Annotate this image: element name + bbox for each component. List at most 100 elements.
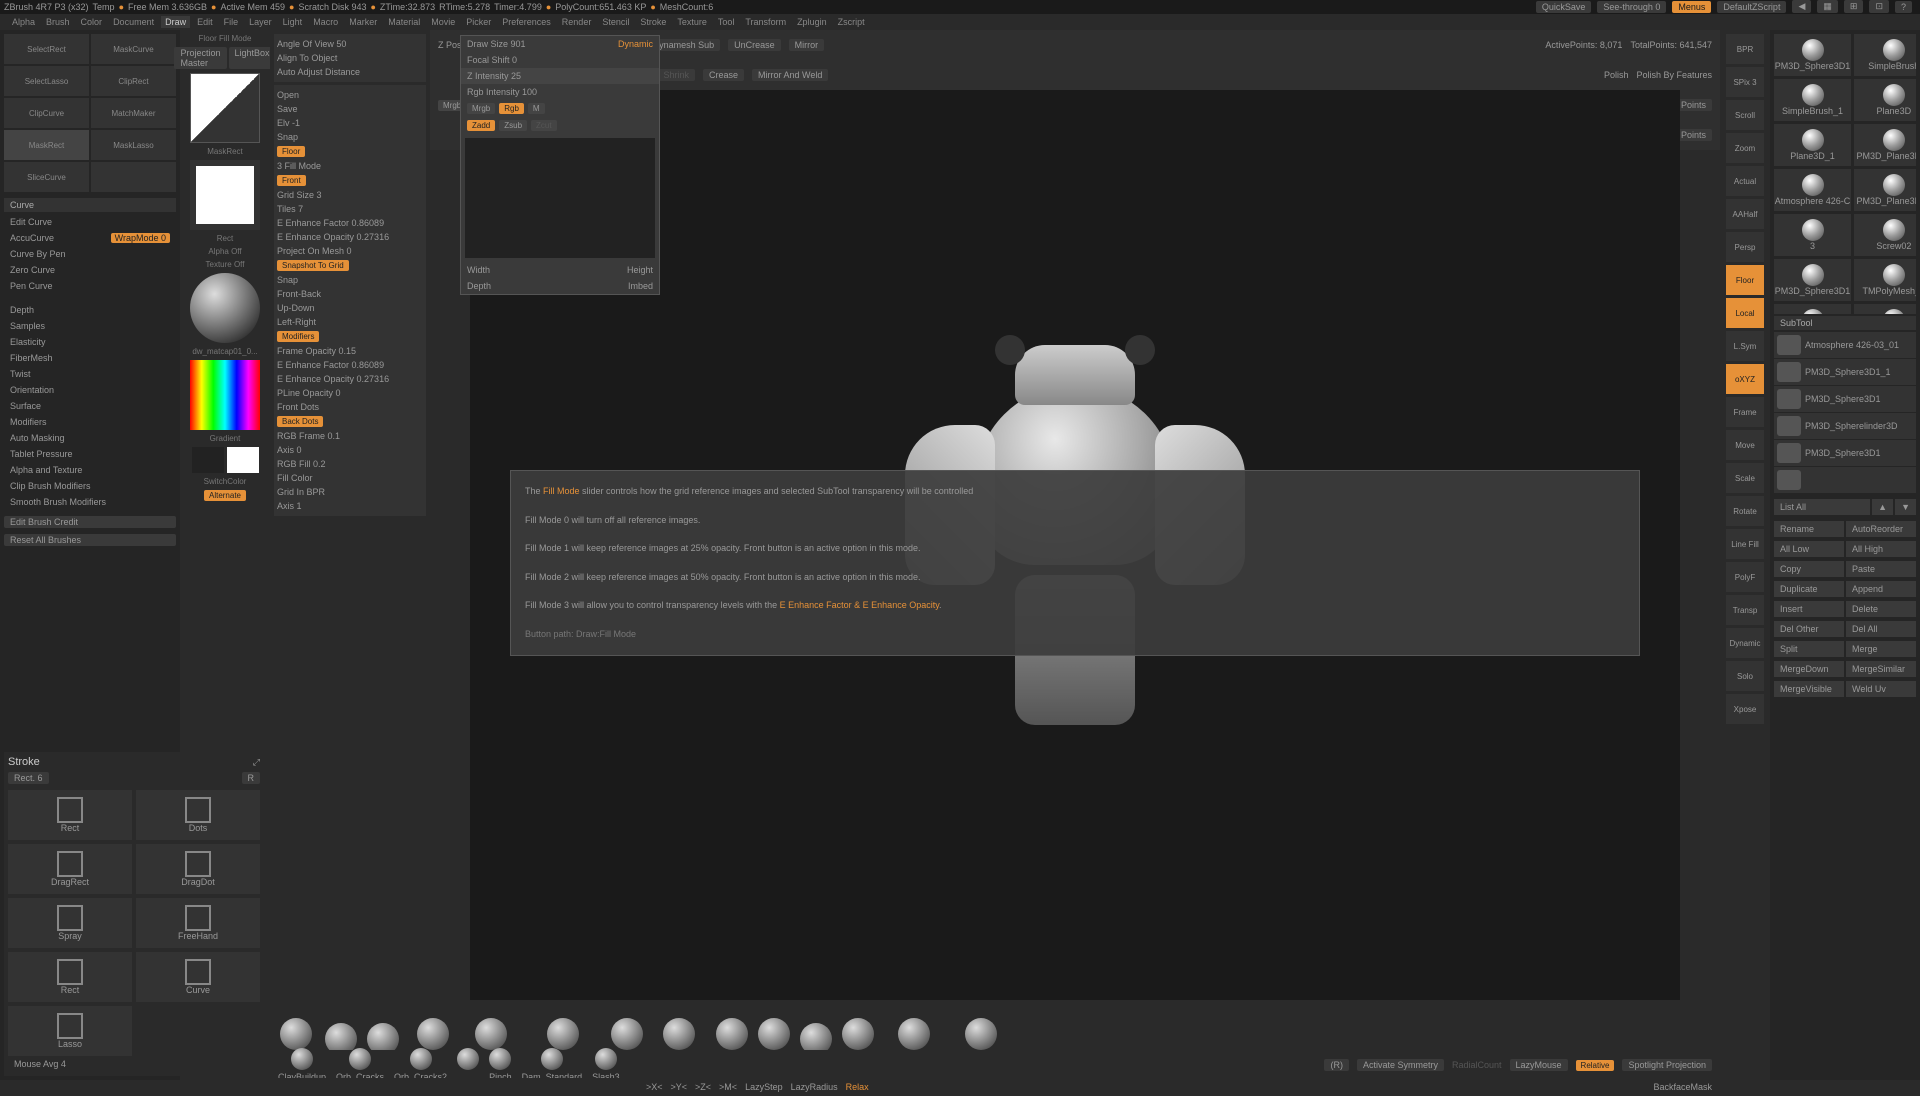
tool-matchmaker[interactable]: MatchMaker — [91, 98, 176, 128]
window-icon[interactable]: ◀ — [1792, 0, 1811, 13]
window-icon[interactable]: ? — [1895, 1, 1912, 13]
nav-bpr[interactable]: BPR — [1726, 34, 1764, 64]
alpha-off-label[interactable]: Alpha Off — [208, 247, 241, 256]
shelf-brush-Slash3[interactable]: Slash3 — [592, 1048, 620, 1082]
backfacemask-button[interactable]: BackfaceMask — [1653, 1082, 1712, 1092]
draw-backdots[interactable]: Back Dots — [277, 414, 423, 429]
brush-TPose3_Atmospher[interactable]: TPose3_Atmospher — [1854, 304, 1916, 314]
brush-Atmosphere 426-C[interactable]: Atmosphere 426-C — [1774, 169, 1851, 211]
mirror-weld-button[interactable]: Mirror And Weld — [752, 69, 828, 81]
nav-persp[interactable]: Persp — [1726, 232, 1764, 262]
draw-rgbfill[interactable]: RGB Fill 0.2 — [277, 457, 423, 471]
rgb-intensity-slider[interactable]: Rgb Intensity 100 — [467, 87, 537, 97]
copy-button[interactable]: Copy — [1774, 561, 1844, 577]
rename-button[interactable]: Rename — [1774, 521, 1844, 537]
window-icon[interactable]: ▦ — [1817, 0, 1838, 13]
menu-macro[interactable]: Macro — [309, 16, 342, 28]
nav-scroll[interactable]: Scroll — [1726, 100, 1764, 130]
stroke-dragrect[interactable]: DragRect — [8, 844, 132, 894]
autoreorder-button[interactable]: AutoReorder — [1846, 521, 1916, 537]
draw-fillcolor[interactable]: Fill Color — [277, 471, 423, 485]
nav-dynamic[interactable]: Dynamic — [1726, 628, 1764, 658]
lazymouse-button[interactable]: LazyMouse — [1510, 1059, 1568, 1071]
z-intensity-slider[interactable]: Z Intensity 25 — [467, 71, 521, 81]
draw-tiles[interactable]: Tiles 7 — [277, 202, 423, 216]
shelf-brush-[interactable] — [457, 1048, 479, 1082]
stroke-freehand[interactable]: FreeHand — [136, 898, 260, 948]
rgb-button[interactable]: Rgb — [499, 103, 524, 114]
down-icon[interactable]: ▼ — [1895, 499, 1916, 515]
insert-button[interactable]: Insert — [1774, 601, 1844, 617]
tool-slicecurve[interactable]: SliceCurve — [4, 162, 89, 192]
mirror-button[interactable]: Mirror — [789, 39, 825, 51]
edit-brush-credit-button[interactable]: Edit Brush Credit — [4, 516, 176, 528]
draw-axis0[interactable]: Axis 0 — [277, 443, 423, 457]
menu-picker[interactable]: Picker — [462, 16, 495, 28]
r-sym-button[interactable]: (R) — [1324, 1059, 1349, 1071]
gradient-label[interactable]: Gradient — [210, 434, 241, 443]
draw-projmesh[interactable]: Project On Mesh 0 — [277, 244, 423, 258]
nav-scale[interactable]: Scale — [1726, 463, 1764, 493]
draw-leftright[interactable]: Left-Right — [277, 315, 423, 329]
draw-frameop[interactable]: Frame Opacity 0.15 — [277, 344, 423, 358]
draw-elv[interactable]: Elv -1 — [277, 116, 423, 130]
menus-button[interactable]: Menus — [1672, 1, 1711, 13]
split-button[interactable]: Split — [1774, 641, 1844, 657]
tool-maskcurve[interactable]: MaskCurve — [91, 34, 176, 64]
brush-SimpleBrush_1[interactable]: SimpleBrush_1 — [1774, 79, 1851, 121]
prop-smooth-brush-modifiers[interactable]: Smooth Brush Modifiers — [4, 494, 176, 510]
brush-Screw02[interactable]: Screw02 — [1854, 214, 1916, 256]
draw-snap[interactable]: Snap — [277, 130, 423, 144]
mergevisible-button[interactable]: MergeVisible — [1774, 681, 1844, 697]
defaultzscript-button[interactable]: DefaultZScript — [1717, 1, 1786, 13]
projection-master-button[interactable]: Projection Master — [174, 47, 226, 69]
prop-surface[interactable]: Surface — [4, 398, 176, 414]
stroke-rect[interactable]: Rect — [8, 952, 132, 1002]
seethrough-slider[interactable]: See-through 0 — [1597, 1, 1666, 13]
prop-elasticity[interactable]: Elasticity — [4, 334, 176, 350]
menu-document[interactable]: Document — [109, 16, 158, 28]
draw-floor[interactable]: Floor — [277, 144, 423, 159]
switchcolor-button[interactable]: SwitchColor — [204, 477, 247, 486]
stroke-header[interactable]: Stroke — [8, 756, 40, 768]
menu-file[interactable]: File — [220, 16, 243, 28]
brush-PM3D_Plane3D_1[interactable]: PM3D_Plane3D_1 — [1854, 124, 1916, 166]
prop-twist[interactable]: Twist — [4, 366, 176, 382]
nav-xpose[interactable]: Xpose — [1726, 694, 1764, 724]
alllow-button[interactable]: All Low — [1774, 541, 1844, 557]
nav-local[interactable]: Local — [1726, 298, 1764, 328]
draw-frontback[interactable]: Front-Back — [277, 287, 423, 301]
curve-accucurve[interactable]: AccuCurve WrapMode 0 — [4, 230, 176, 246]
relative-button[interactable]: Relative — [1576, 1060, 1615, 1071]
prop-fibermesh[interactable]: FiberMesh — [4, 350, 176, 366]
brush-PM3D_Sphere3D1[interactable]: PM3D_Sphere3D1 — [1774, 259, 1851, 301]
allhigh-button[interactable]: All High — [1846, 541, 1916, 557]
maskrect-swatch[interactable] — [190, 73, 260, 143]
stroke-lasso[interactable]: Lasso — [8, 1006, 132, 1056]
polish-slider[interactable]: Polish — [1604, 70, 1629, 80]
merge-button[interactable]: Merge — [1846, 641, 1916, 657]
brush-Plane3D[interactable]: Plane3D — [1854, 79, 1916, 121]
draw-eenhanceo[interactable]: E Enhance Opacity 0.27316 — [277, 230, 423, 244]
menu-color[interactable]: Color — [77, 16, 107, 28]
curve-edit-curve[interactable]: Edit Curve — [4, 214, 176, 230]
subtool-PM3D_Spherelinder3D[interactable]: PM3D_Spherelinder3D — [1774, 413, 1916, 439]
draw-snaplbl[interactable]: Snap — [277, 273, 423, 287]
polish-by-features-button[interactable]: Polish By Features — [1636, 70, 1712, 80]
draw-modifiers[interactable]: Modifiers — [277, 329, 423, 344]
curve-pen-curve[interactable]: Pen Curve — [4, 278, 176, 294]
focal-shift-slider[interactable]: Focal Shift 0 — [467, 55, 517, 65]
menu-zscript[interactable]: Zscript — [834, 16, 869, 28]
draw-updown[interactable]: Up-Down — [277, 301, 423, 315]
menu-movie[interactable]: Movie — [427, 16, 459, 28]
curve-zero-curve[interactable]: Zero Curve — [4, 262, 176, 278]
menu-stencil[interactable]: Stencil — [598, 16, 633, 28]
draw-frontdots[interactable]: Front Dots — [277, 400, 423, 414]
menu-brush[interactable]: Brush — [42, 16, 74, 28]
draw-snapshot[interactable]: Snapshot To Grid — [277, 258, 423, 273]
menu-alpha[interactable]: Alpha — [8, 16, 39, 28]
angle-of-view-slider[interactable]: Angle Of View 50 — [277, 39, 423, 49]
subtool-header[interactable]: SubTool — [1774, 316, 1916, 330]
append-button[interactable]: Append — [1846, 581, 1916, 597]
prop-auto-masking[interactable]: Auto Masking — [4, 430, 176, 446]
